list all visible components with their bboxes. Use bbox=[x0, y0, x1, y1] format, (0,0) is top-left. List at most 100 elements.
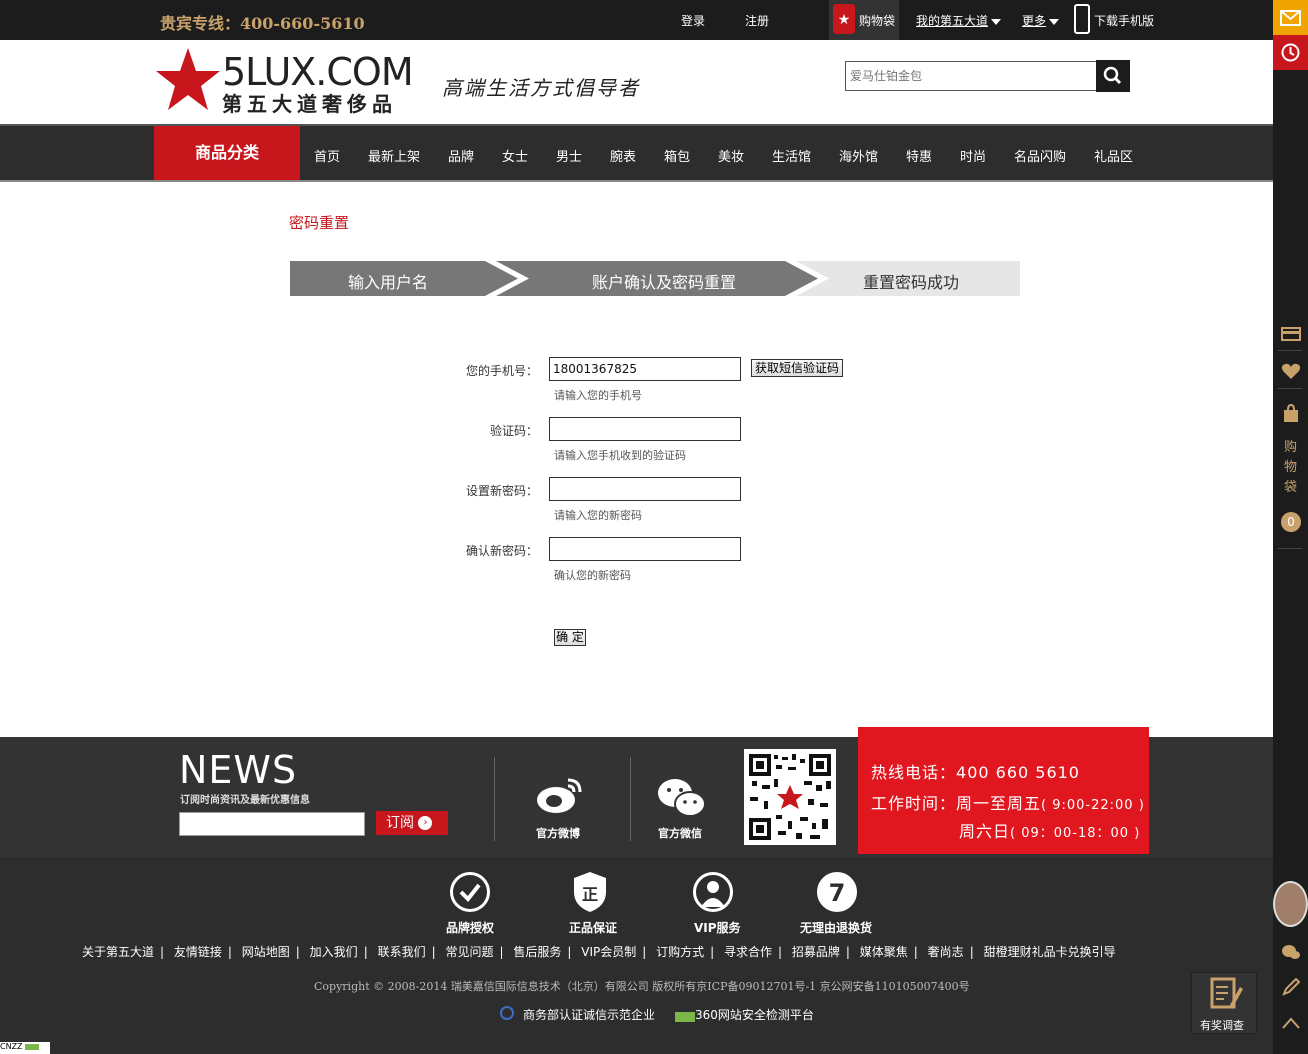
divider bbox=[494, 757, 495, 841]
nav-item-flash[interactable]: 名品闪购 bbox=[1014, 146, 1066, 165]
verification-code-input[interactable] bbox=[549, 417, 741, 441]
customer-service-avatar[interactable] bbox=[1273, 881, 1308, 927]
link-separator: | bbox=[567, 945, 572, 959]
footer-link-contact[interactable]: 联系我们 bbox=[378, 945, 426, 959]
footer-links: 关于第五大道 | 友情链接 | 网站地图 | 加入我们 | 联系我们 | 常见问题 | 售后… bbox=[82, 943, 1232, 960]
chevron-up-icon[interactable] bbox=[1281, 1014, 1301, 1032]
hours-weekday-time: ( 9:00-22:00 ) bbox=[1041, 798, 1145, 813]
footer-link-coop[interactable]: 寻求合作 bbox=[724, 945, 772, 959]
search-input[interactable] bbox=[845, 61, 1097, 91]
footer-link-order[interactable]: 订购方式 bbox=[656, 945, 704, 959]
weibo-label[interactable]: 官方微博 bbox=[536, 825, 580, 841]
weibo-icon[interactable] bbox=[534, 772, 584, 816]
link-separator: | bbox=[227, 945, 232, 959]
nav-item-overseas[interactable]: 海外馆 bbox=[839, 146, 878, 165]
link-separator: | bbox=[431, 945, 436, 959]
nav-item-watches[interactable]: 腕表 bbox=[610, 146, 636, 165]
hours-weekend-time: ( 09：00-18：00 ) bbox=[1010, 826, 1141, 841]
hotline-label: 热线电话： bbox=[871, 763, 957, 782]
confirm-password-input[interactable] bbox=[549, 537, 741, 561]
chat-icon[interactable] bbox=[1281, 943, 1301, 961]
nav-item-beauty[interactable]: 美妆 bbox=[718, 146, 744, 165]
nav-item-women[interactable]: 女士 bbox=[502, 146, 528, 165]
footer-link-aftersale[interactable]: 售后服务 bbox=[513, 945, 561, 959]
badge-brand-auth: 品牌授权 bbox=[446, 921, 495, 935]
bag-icon[interactable] bbox=[1281, 404, 1301, 422]
wechat-icon[interactable] bbox=[656, 776, 706, 820]
footer-link-faq[interactable]: 常见问题 bbox=[445, 945, 493, 959]
more-menu[interactable]: 更多 bbox=[1022, 12, 1060, 29]
footer-link-about[interactable]: 关于第五大道 bbox=[82, 945, 154, 959]
step-1-label: 输入用户名 bbox=[348, 273, 429, 292]
category-menu-button[interactable]: 商品分类 bbox=[154, 126, 300, 180]
footer-link-friends[interactable]: 友情链接 bbox=[174, 945, 222, 959]
hours-label: 工作时间： bbox=[871, 794, 957, 813]
footer-link-giftcard[interactable]: 甜橙理财礼品卡兑换引导 bbox=[984, 945, 1116, 959]
nav-item-bags[interactable]: 箱包 bbox=[664, 146, 690, 165]
sidebar-cart-char: 物 bbox=[1284, 460, 1298, 475]
arrow-right-icon: › bbox=[418, 816, 433, 830]
nav-item-new[interactable]: 最新上架 bbox=[368, 146, 420, 165]
link-separator: | bbox=[913, 945, 918, 959]
link-separator: | bbox=[969, 945, 974, 959]
divider bbox=[1278, 548, 1302, 549]
checkmark-icon bbox=[450, 872, 490, 912]
footer-link-magazine[interactable]: 奢尚志 bbox=[928, 945, 964, 959]
badge-returns: 无理由退换货 bbox=[800, 921, 873, 935]
get-sms-code-button[interactable]: 获取短信验证码 bbox=[751, 359, 843, 377]
svg-text:7: 7 bbox=[829, 879, 846, 907]
subscribe-button[interactable]: 订阅 › bbox=[376, 811, 448, 835]
chevron-down-icon bbox=[1049, 18, 1060, 25]
footer-link-sitemap[interactable]: 网站地图 bbox=[242, 945, 290, 959]
seven-days-icon: 7 bbox=[817, 872, 857, 912]
nav-item-sale[interactable]: 特惠 bbox=[906, 146, 932, 165]
cnzz-label: CNZZ bbox=[0, 1042, 23, 1051]
link-separator: | bbox=[363, 945, 368, 959]
nav-item-home[interactable]: 首页 bbox=[314, 146, 340, 165]
confirm-password-label: 确认新密码： bbox=[465, 544, 538, 558]
login-link[interactable]: 登录 bbox=[681, 12, 705, 29]
hotline-value: 400 660 5610 bbox=[956, 763, 1080, 782]
cert-mofcom-link[interactable]: 商务部认证诚信示范企业 bbox=[523, 1006, 655, 1023]
phone-input[interactable] bbox=[549, 357, 741, 381]
subscribe-label: 订阅 bbox=[386, 815, 414, 831]
download-app-link[interactable]: 下载手机版 bbox=[1094, 12, 1154, 29]
hours-weekend-row: 周六日( 09：00-18：00 ) bbox=[959, 818, 1140, 842]
new-password-input[interactable] bbox=[549, 477, 741, 501]
card-icon[interactable] bbox=[1281, 325, 1301, 343]
search-icon bbox=[1103, 66, 1122, 85]
cart-link[interactable]: 购物袋 bbox=[859, 12, 895, 29]
shopping-bag-icon: ★ bbox=[833, 4, 855, 34]
nav-item-gifts[interactable]: 礼品区 bbox=[1094, 146, 1133, 165]
phone-label: 您的手机号： bbox=[465, 364, 538, 378]
nav-item-brands[interactable]: 品牌 bbox=[448, 146, 474, 165]
link-separator: | bbox=[642, 945, 647, 959]
nav-item-fashion[interactable]: 时尚 bbox=[960, 146, 986, 165]
heart-icon[interactable] bbox=[1281, 362, 1301, 380]
more-label: 更多 bbox=[1022, 14, 1047, 28]
cert-badge-icon bbox=[500, 1006, 514, 1020]
chevron-down-icon bbox=[991, 18, 1002, 25]
register-link[interactable]: 注册 bbox=[745, 12, 769, 29]
nav-item-lifestyle[interactable]: 生活馆 bbox=[772, 146, 811, 165]
footer-link-join[interactable]: 加入我们 bbox=[310, 945, 358, 959]
logo-star-icon[interactable] bbox=[156, 48, 220, 110]
my-account-menu[interactable]: 我的第五大道 bbox=[916, 12, 1002, 29]
search-button[interactable] bbox=[1096, 60, 1130, 92]
pen-icon[interactable] bbox=[1281, 978, 1301, 996]
user-icon bbox=[693, 872, 733, 912]
nav-item-men[interactable]: 男士 bbox=[556, 146, 582, 165]
footer-link-vip[interactable]: VIP会员制 bbox=[581, 945, 636, 959]
sidebar-cart-label[interactable]: 购 物 袋 bbox=[1284, 438, 1300, 498]
wechat-label[interactable]: 官方微信 bbox=[658, 825, 702, 841]
footer-link-recruit[interactable]: 招募品牌 bbox=[792, 945, 840, 959]
submit-button[interactable]: 确 定 bbox=[554, 629, 586, 646]
message-button[interactable] bbox=[1273, 0, 1308, 35]
newsletter-email-input[interactable] bbox=[179, 812, 365, 836]
badge-vip: VIP服务 bbox=[694, 921, 741, 935]
logo-subtitle: 第五大道奢侈品 bbox=[222, 92, 397, 116]
cert-360-link[interactable]: 360网站安全检测平台 bbox=[695, 1006, 814, 1023]
footer-link-media[interactable]: 媒体聚焦 bbox=[860, 945, 908, 959]
history-button[interactable] bbox=[1273, 35, 1308, 70]
link-separator: | bbox=[499, 945, 504, 959]
